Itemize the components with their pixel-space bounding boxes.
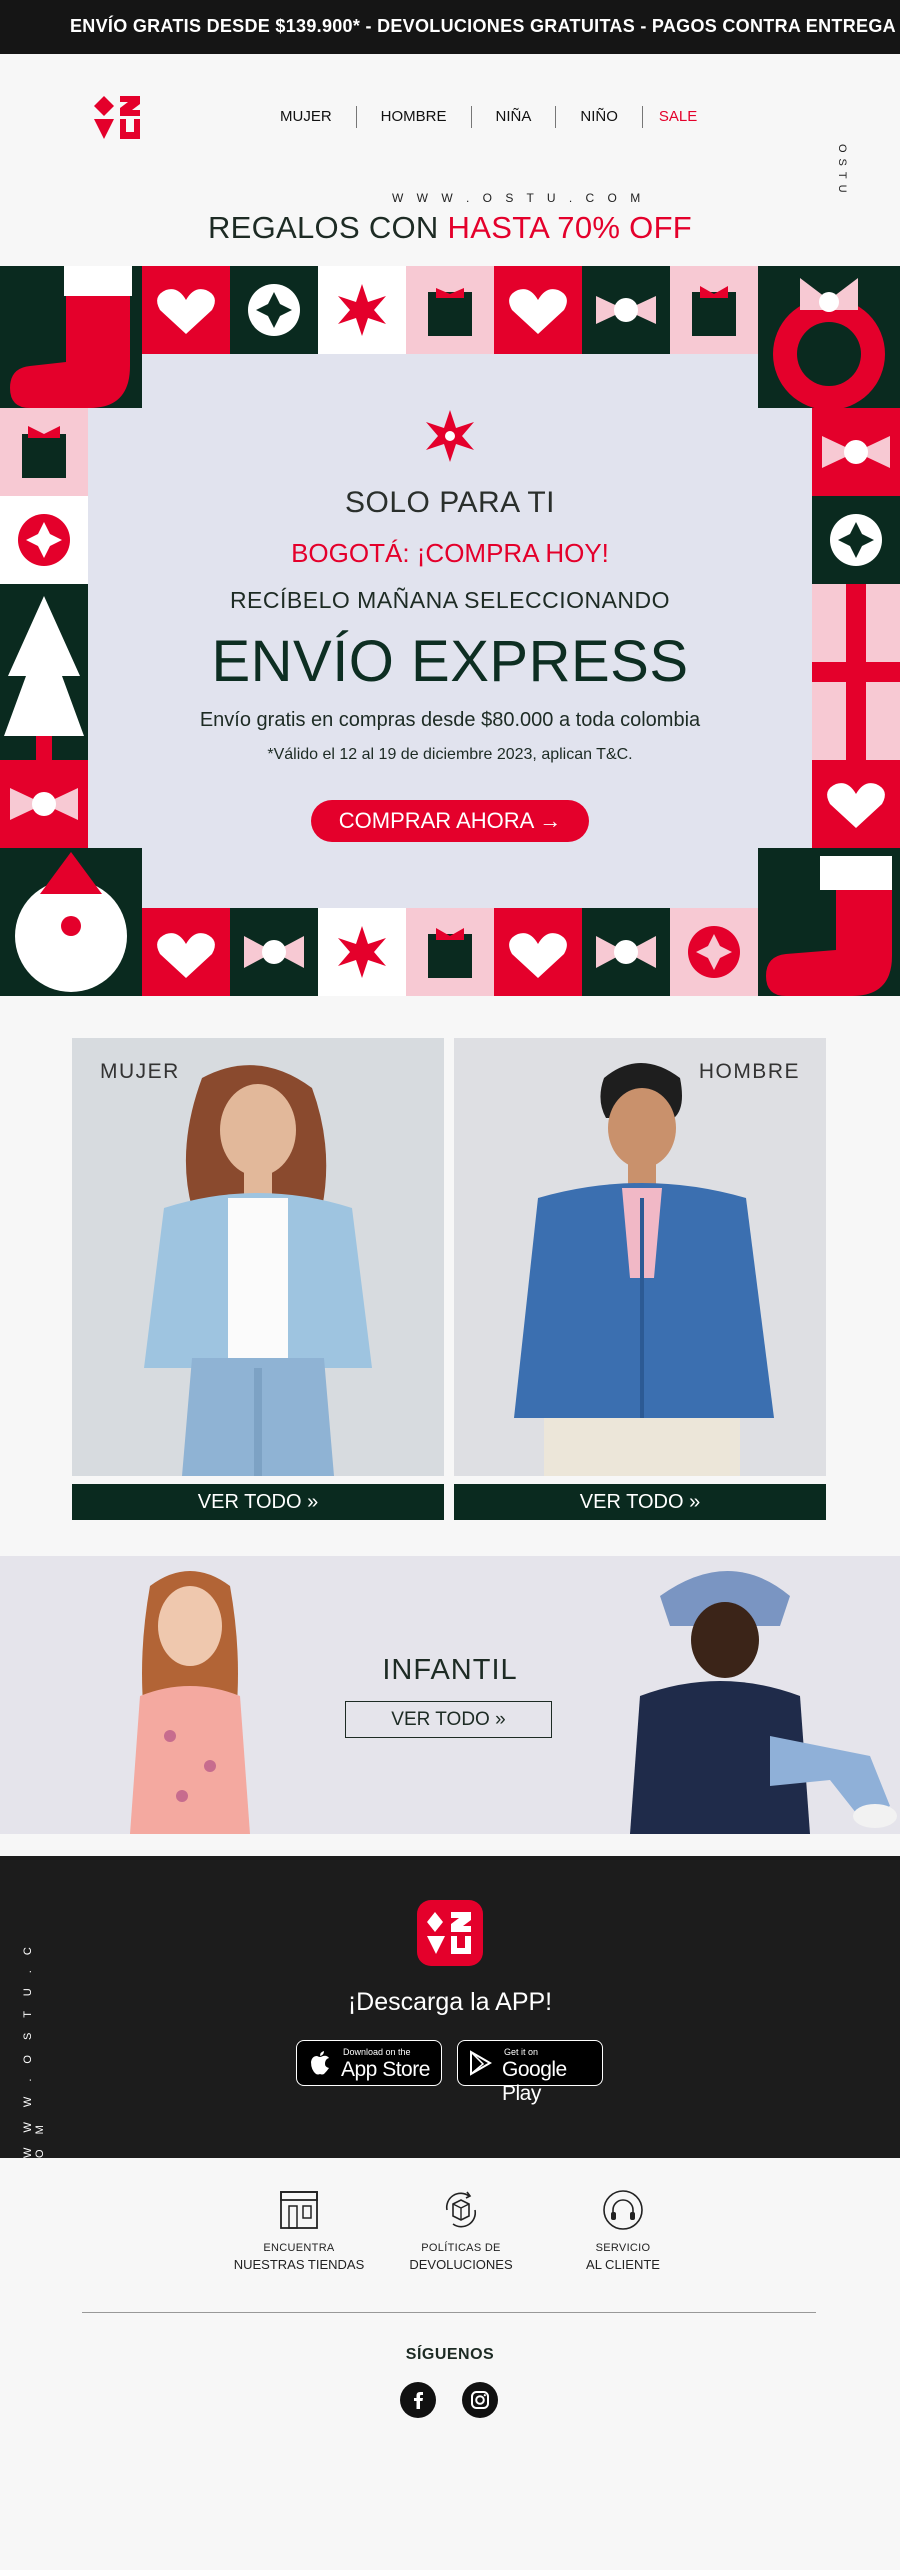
kids-title: INFANTIL [382, 1654, 518, 1686]
app-store-button[interactable]: Download on the App Store [296, 2040, 442, 2086]
customer-service-link[interactable]: SERVICIO AL CLIENTE [548, 2188, 698, 2272]
shipping-announcement-bar: ENVÍO GRATIS DESDE $139.900* - DEVOLUCIO… [0, 0, 900, 54]
service-small-text: POLÍTICAS DE [421, 2242, 501, 2254]
headset-icon [603, 2190, 643, 2230]
women-card-label: MUJER [100, 1060, 180, 1083]
facebook-button[interactable] [400, 2382, 436, 2418]
category-cards: MUJER HOMBRE VER TODO » VER TODO » [0, 996, 900, 1556]
kids-view-all-button[interactable]: VER TODO » [345, 1701, 552, 1738]
service-big-text: DEVOLUCIONES [409, 2257, 513, 2272]
return-policy-link[interactable]: POLÍTICAS DE DEVOLUCIONES [386, 2188, 536, 2272]
header: MUJER HOMBRE NIÑA NIÑO SALE W W W . O S … [0, 54, 900, 205]
follow-us-heading: SÍGUENOS [405, 2346, 495, 2363]
promo-heading-prefix: REGALOS CON [207, 210, 448, 245]
service-big-text: NUESTRAS TIENDAS [233, 2257, 365, 2272]
google-play-small-text: Get it on [504, 2047, 539, 2057]
men-category-card[interactable]: HOMBRE [454, 1038, 826, 1476]
service-small-text: SERVICIO [595, 2242, 651, 2254]
banner-content: SOLO PARA TI BOGOTÁ: ¡COMPRA HOY! RECÍBE… [142, 408, 758, 842]
download-app-heading: ¡Descarga la APP! [347, 1988, 553, 2016]
nav-nina[interactable]: NIÑA [472, 104, 556, 130]
app-store-big-text: App Store [341, 2058, 430, 2081]
apple-icon [311, 2051, 329, 2075]
instagram-button[interactable] [462, 2382, 498, 2418]
site-url[interactable]: W W W . O S T U . C O M [392, 191, 645, 205]
banner-solo-para-ti: SOLO PARA TI [345, 486, 555, 519]
men-card-label: HOMBRE [698, 1060, 800, 1083]
returns-box-icon [445, 2191, 477, 2228]
google-play-icon [470, 2050, 492, 2076]
women-view-all-button[interactable]: VER TODO » [72, 1484, 444, 1520]
banner-express-heading: ENVÍO EXPRESS [211, 629, 689, 694]
poinsettia-icon [426, 410, 474, 462]
ostu-logo[interactable] [92, 92, 142, 142]
side-brand-text: OSTU [836, 144, 848, 199]
footer-divider [82, 2312, 816, 2313]
men-model-illustration [514, 1063, 774, 1476]
banner-city-cta: BOGOTÁ: ¡COMPRA HOY! [291, 538, 609, 568]
spacer [0, 1834, 900, 1856]
christmas-express-banner[interactable]: SOLO PARA TI BOGOTÁ: ¡COMPRA HOY! RECÍBE… [0, 266, 900, 996]
nav-nino[interactable]: NIÑO [556, 104, 642, 130]
footer: ENCUENTRA NUESTRAS TIENDAS POLÍTICAS DE … [0, 2158, 900, 2570]
banner-terms-text: *Válido el 12 al 19 de diciembre 2023, a… [267, 746, 633, 763]
app-download-section: W W W . O S T U . C O M ¡Descarga la APP… [0, 1856, 900, 2158]
google-play-button[interactable]: Get it on Google Play [457, 2040, 603, 2105]
nav-sale[interactable]: SALE [643, 104, 721, 130]
announcement-text: ENVÍO GRATIS DESDE $139.900* - DEVOLUCIO… [70, 16, 900, 36]
service-big-text: AL CLIENTE [586, 2257, 660, 2272]
banner-free-shipping-text: Envío gratis en compras desde $80.000 a … [199, 709, 701, 731]
women-model-illustration [144, 1065, 372, 1476]
main-nav: MUJER HOMBRE NIÑA NIÑO SALE [256, 104, 721, 130]
kids-banner[interactable]: INFANTIL VER TODO » [0, 1556, 900, 1834]
banner-receive-tomorrow: RECÍBELO MAÑANA SELECCIONANDO [229, 587, 671, 613]
app-store-small-text: Download on the [343, 2047, 411, 2057]
comprar-ahora-button[interactable]: COMPRAR AHORA → [310, 800, 590, 842]
side-url-text: W W W . O S T U . C O M [22, 1941, 46, 2158]
promo-heading-highlight: HASTA 70% OFF [447, 210, 693, 245]
nav-mujer[interactable]: MUJER [256, 104, 356, 130]
ostu-app-icon[interactable] [417, 1900, 483, 1966]
men-view-all-button[interactable]: VER TODO » [454, 1484, 826, 1520]
find-stores-link[interactable]: ENCUENTRA NUESTRAS TIENDAS [224, 2188, 374, 2272]
boy-model-illustration [630, 1571, 897, 1834]
service-small-text: ENCUENTRA [263, 2242, 335, 2254]
google-play-big-text: Google Play [502, 2058, 567, 2105]
nav-hombre[interactable]: HOMBRE [357, 104, 471, 130]
store-icon [280, 2191, 318, 2229]
facebook-icon [414, 2392, 423, 2409]
women-category-card[interactable]: MUJER [72, 1038, 444, 1476]
ostu-logo-icon [427, 1912, 471, 1954]
girl-model-illustration [130, 1571, 250, 1834]
instagram-icon [471, 2391, 489, 2409]
